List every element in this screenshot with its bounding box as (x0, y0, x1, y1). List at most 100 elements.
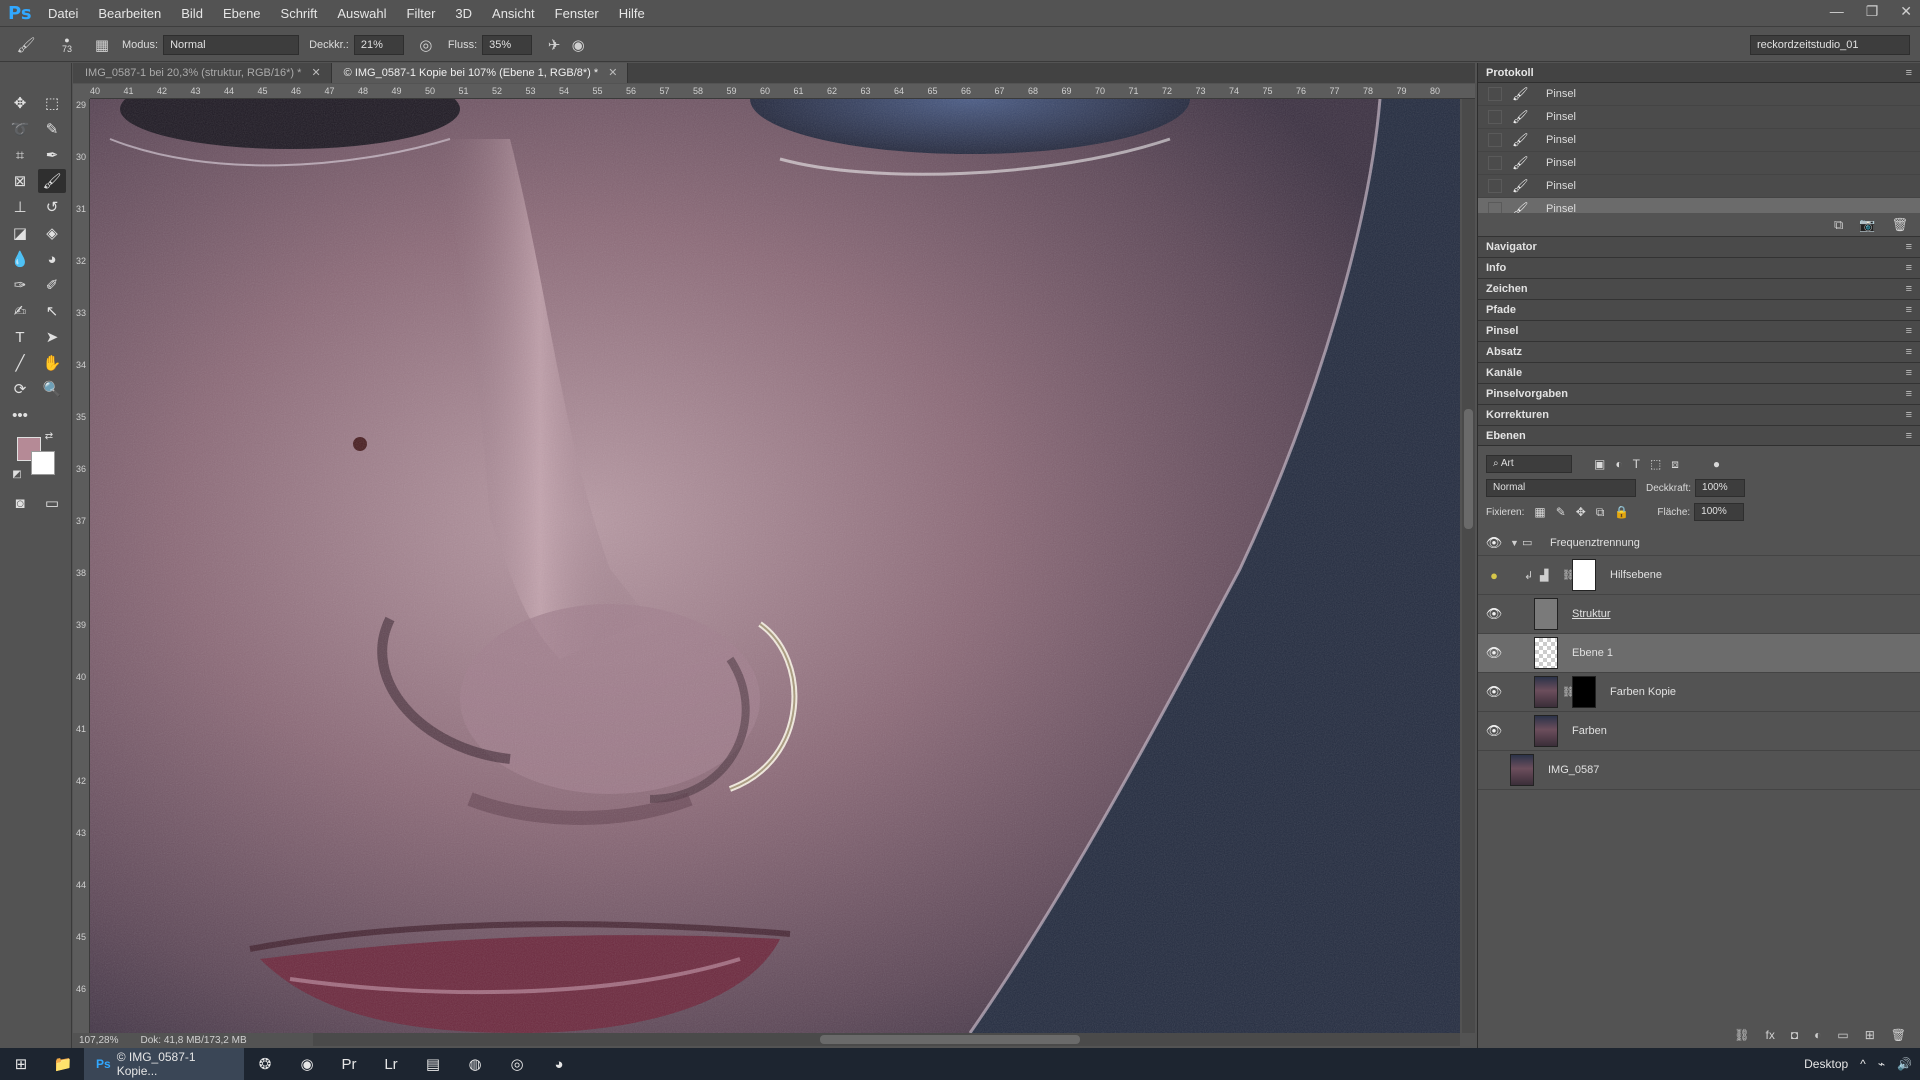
vertical-scrollbar[interactable] (1462, 99, 1475, 1033)
panel-menu-icon[interactable]: ≡ (1906, 321, 1912, 341)
panel-menu-icon[interactable]: ≡ (1906, 279, 1912, 299)
menu-datei[interactable]: Datei (38, 0, 88, 27)
panel-menu-icon[interactable]: ≡ (1906, 258, 1912, 278)
trash-icon[interactable]: 🗑 (1891, 1028, 1906, 1042)
chevron-down-icon[interactable]: ▼ (1510, 538, 1522, 548)
crop-tool-icon[interactable]: ⌗ (6, 143, 34, 167)
chevron-up-icon[interactable]: ^ (1860, 1057, 1866, 1071)
layer-mask-thumbnail[interactable] (1572, 676, 1596, 708)
mode-select[interactable]: Normal (163, 34, 300, 55)
panel-menu-icon[interactable]: ≡ (1906, 237, 1912, 257)
menu-filter[interactable]: Filter (397, 0, 446, 27)
panel-menu-icon[interactable]: ≡ (1906, 384, 1912, 404)
screen-mode-icon[interactable]: ▭ (38, 491, 66, 515)
brush-panel-toggle-icon[interactable]: ▦ (90, 33, 114, 57)
file-explorer-icon[interactable]: 📁 (42, 1048, 84, 1080)
taskbar-photoshop-window[interactable]: Ps © IMG_0587-1 Kopie... (84, 1048, 244, 1080)
restore-button[interactable]: ❐ (1866, 0, 1879, 22)
panel-menu-icon[interactable]: ≡ (1906, 300, 1912, 320)
layer-thumbnail[interactable] (1510, 754, 1534, 786)
trash-icon[interactable]: 🗑 (1891, 217, 1908, 233)
firefox-icon[interactable]: ◉ (286, 1048, 328, 1080)
menu-schrift[interactable]: Schrift (271, 0, 328, 27)
visibility-eye-icon[interactable]: 👁 (1478, 606, 1510, 622)
menu-hilfe[interactable]: Hilfe (609, 0, 655, 27)
menu-fenster[interactable]: Fenster (545, 0, 609, 27)
close-button[interactable]: ✕ (1900, 0, 1912, 22)
history-source-checkbox[interactable] (1488, 202, 1502, 213)
chrome-icon[interactable]: ◕ (538, 1048, 580, 1080)
history-source-checkbox[interactable] (1488, 87, 1502, 101)
document-canvas[interactable] (90, 99, 1460, 1033)
link-layers-icon[interactable]: ⛓ (1734, 1028, 1749, 1042)
history-source-checkbox[interactable] (1488, 110, 1502, 124)
menu-ebene[interactable]: Ebene (213, 0, 271, 27)
quick-selection-tool-icon[interactable]: ✎ (38, 117, 66, 141)
menu-auswahl[interactable]: Auswahl (327, 0, 396, 27)
lightroom-icon[interactable]: Lr (370, 1048, 412, 1080)
frame-tool-icon[interactable]: ⊠ (6, 169, 34, 193)
curvature-pen-tool-icon[interactable]: ✍ (6, 299, 34, 323)
line-tool-icon[interactable]: ╱ (6, 351, 34, 375)
zoom-tool-icon[interactable]: 🔍 (38, 377, 66, 401)
background-color-swatch[interactable] (31, 451, 55, 475)
path-selection-tool-icon[interactable]: ↖ (38, 299, 66, 323)
pen-tool-icon[interactable]: ✑ (6, 273, 34, 297)
eraser-tool-icon[interactable]: ◪ (6, 221, 34, 245)
stamp-tool-icon[interactable]: ⊥ (6, 195, 34, 219)
panel-tab-kan-le[interactable]: Kanäle ≡ (1478, 363, 1920, 384)
flow-input[interactable]: 35% (482, 34, 533, 55)
new-layer-icon[interactable]: ⊞ (1865, 1028, 1875, 1042)
panel-menu-icon[interactable]: ≡ (1906, 63, 1912, 83)
panel-tab-pinsel[interactable]: Pinsel ≡ (1478, 321, 1920, 342)
type-tool-icon[interactable]: T (6, 325, 34, 349)
visibility-eye-icon[interactable]: ● (1478, 568, 1510, 583)
layers-panel-header[interactable]: Ebenen ≡ (1478, 426, 1920, 446)
lock-position-icon[interactable]: ✥ (1576, 505, 1586, 520)
volume-icon[interactable]: 🔊 (1897, 1057, 1912, 1071)
panel-menu-icon[interactable]: ≡ (1906, 405, 1912, 425)
panel-menu-icon[interactable]: ≡ (1906, 342, 1912, 362)
lock-transparency-icon[interactable]: ▦ (1534, 505, 1545, 520)
vertical-scroll-thumb[interactable] (1464, 409, 1473, 529)
layer-opacity-input[interactable]: 100% (1695, 479, 1746, 497)
menu-bearbeiten[interactable]: Bearbeiten (88, 0, 171, 27)
history-source-checkbox[interactable] (1488, 133, 1502, 147)
layer-group-frequenztrennung[interactable]: 👁 ▼ ▭ Frequenztrennung (1478, 530, 1920, 556)
pressure-size-icon[interactable]: ◉ (566, 33, 590, 57)
premiere-icon[interactable]: Pr (328, 1048, 370, 1080)
link-icon[interactable]: ⛓ (1562, 570, 1575, 581)
brush-size-picker[interactable]: ● 73 (62, 35, 72, 54)
panel-tab-zeichen[interactable]: Zeichen ≡ (1478, 279, 1920, 300)
panel-tab-pfade[interactable]: Pfade ≡ (1478, 300, 1920, 321)
lasso-tool-icon[interactable]: ➰ (6, 117, 34, 141)
pressure-opacity-icon[interactable]: ◎ (414, 33, 438, 57)
lock-pixels-icon[interactable]: ✎ (1556, 505, 1566, 520)
browser-icon[interactable]: ◍ (454, 1048, 496, 1080)
history-state-row[interactable]: 🖌 Pinsel (1478, 175, 1920, 198)
horizontal-scroll-thumb[interactable] (820, 1035, 1080, 1044)
marquee-tool-icon[interactable]: ⬚ (38, 91, 66, 115)
doc-tab-struktur[interactable]: IMG_0587-1 bei 20,3% (struktur, RGB/16*)… (73, 63, 332, 83)
app-icon[interactable]: ◎ (496, 1048, 538, 1080)
doc-tab-kopie[interactable]: © IMG_0587-1 Kopie bei 107% (Ebene 1, RG… (331, 63, 629, 83)
minimize-button[interactable]: — (1830, 0, 1844, 22)
start-icon[interactable]: ⊞ (0, 1048, 42, 1080)
airbrush-icon[interactable]: ✈ (542, 33, 566, 57)
layer-row-ebene-1[interactable]: 👁 Ebene 1 (1478, 634, 1920, 673)
filter-type-icon[interactable]: T (1633, 457, 1640, 472)
menu-ansicht[interactable]: Ansicht (482, 0, 545, 27)
folder-icon[interactable]: ▤ (412, 1048, 454, 1080)
add-mask-icon[interactable]: ◘ (1791, 1028, 1798, 1042)
history-source-checkbox[interactable] (1488, 179, 1502, 193)
rotate-view-tool-icon[interactable]: ⟳ (6, 377, 34, 401)
workspace-select[interactable]: reckordzeitstudio_01 (1750, 35, 1910, 55)
hand-tool-icon[interactable]: ✋ (38, 351, 66, 375)
menu-bild[interactable]: Bild (171, 0, 213, 27)
visibility-eye-icon[interactable]: 👁 (1478, 645, 1510, 661)
blend-mode-select[interactable]: Normal (1486, 479, 1636, 497)
zoom-level[interactable]: 107,28% (79, 1035, 118, 1046)
direct-selection-tool-icon[interactable]: ➤ (38, 325, 66, 349)
close-icon[interactable]: ✕ (608, 67, 617, 79)
layer-thumbnail[interactable] (1534, 676, 1558, 708)
